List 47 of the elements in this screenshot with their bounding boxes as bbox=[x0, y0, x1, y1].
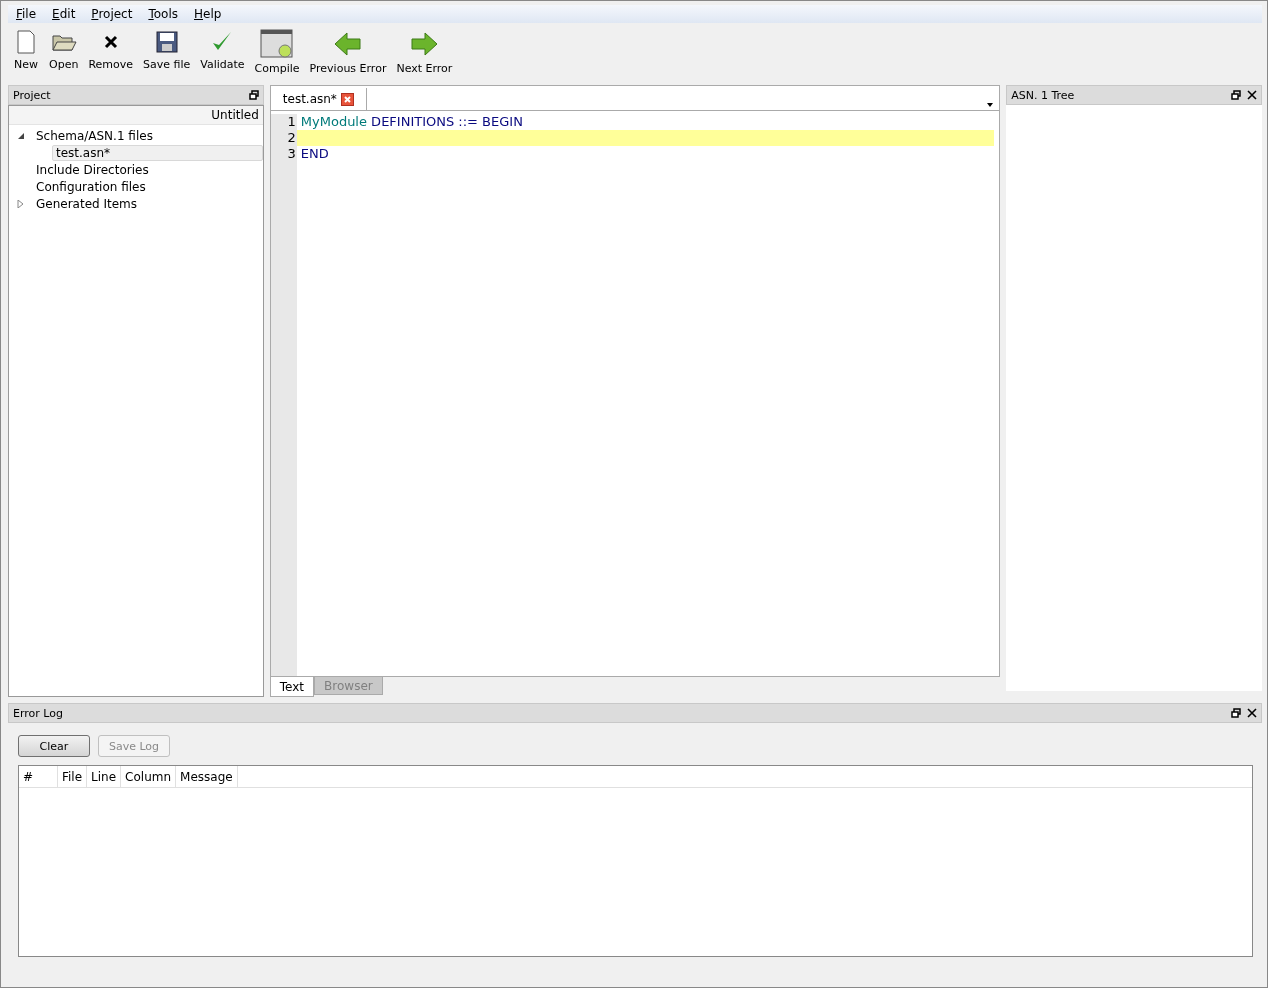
tree-item[interactable]: Generated Items bbox=[32, 195, 142, 212]
toolbar-button[interactable]: Validate bbox=[195, 27, 250, 73]
tree-item[interactable]: Configuration files bbox=[32, 178, 150, 195]
menu-item[interactable]: File bbox=[8, 7, 45, 21]
dropdown-caret-icon[interactable] bbox=[987, 103, 994, 107]
view-tab[interactable]: Text bbox=[269, 677, 315, 697]
float-icon[interactable] bbox=[1231, 90, 1241, 100]
tree-item[interactable]: Include Directories bbox=[32, 161, 153, 178]
line-number: 1 bbox=[286, 114, 297, 130]
float-icon[interactable] bbox=[248, 90, 259, 100]
compile-window-icon bbox=[260, 29, 295, 59]
column-header[interactable]: Message bbox=[176, 766, 238, 787]
toolbar-button[interactable]: Open bbox=[44, 27, 84, 73]
line-number: 2 bbox=[286, 130, 297, 146]
column-header[interactable]: Column bbox=[121, 766, 177, 787]
expander-icon[interactable] bbox=[17, 131, 25, 140]
tree-item[interactable]: Schema/ASN.1 files bbox=[32, 127, 157, 144]
panel-title: ASN. 1 Tree bbox=[1011, 88, 1075, 102]
toolbar-button[interactable]: Save file bbox=[138, 27, 196, 73]
menu-item[interactable]: Help bbox=[186, 7, 230, 21]
float-icon[interactable] bbox=[1231, 708, 1241, 718]
toolbar-button[interactable]: Remove bbox=[83, 27, 139, 73]
close-icon[interactable] bbox=[340, 92, 354, 106]
toolbar-button[interactable]: Compile bbox=[249, 27, 305, 77]
toolbar-button[interactable]: Next Error bbox=[391, 27, 458, 77]
menu-item[interactable]: Project bbox=[83, 7, 141, 21]
code-line: MyModule DEFINITIONS ::= BEGIN bbox=[299, 114, 524, 130]
menu-item[interactable]: Tools bbox=[140, 7, 186, 21]
panel-title: Project bbox=[13, 88, 51, 102]
tab-label: test.asn* bbox=[282, 92, 337, 106]
tree-item[interactable]: test.asn* bbox=[52, 144, 263, 161]
close-icon[interactable] bbox=[1247, 90, 1257, 100]
left-arrow-icon bbox=[333, 29, 363, 59]
log-button[interactable]: Clear bbox=[18, 735, 90, 757]
code-editor[interactable]: 1 2 3 MyModule DEFINITIONS ::= BEGIN END bbox=[269, 110, 1001, 677]
panel-title: Error Log bbox=[13, 706, 63, 720]
toolbar-button[interactable]: New bbox=[8, 27, 44, 73]
column-header[interactable]: Line bbox=[87, 766, 122, 787]
code-line: END bbox=[299, 146, 330, 162]
tree-header-label: Untitled bbox=[211, 108, 259, 122]
close-icon[interactable] bbox=[1247, 708, 1257, 718]
menu-item[interactable]: Edit bbox=[44, 7, 84, 21]
column-header[interactable]: File bbox=[58, 766, 88, 787]
toolbar-button[interactable]: Previous Error bbox=[304, 27, 392, 77]
right-arrow-icon bbox=[409, 29, 440, 59]
column-header[interactable]: # bbox=[19, 766, 58, 787]
line-number: 3 bbox=[286, 146, 297, 162]
